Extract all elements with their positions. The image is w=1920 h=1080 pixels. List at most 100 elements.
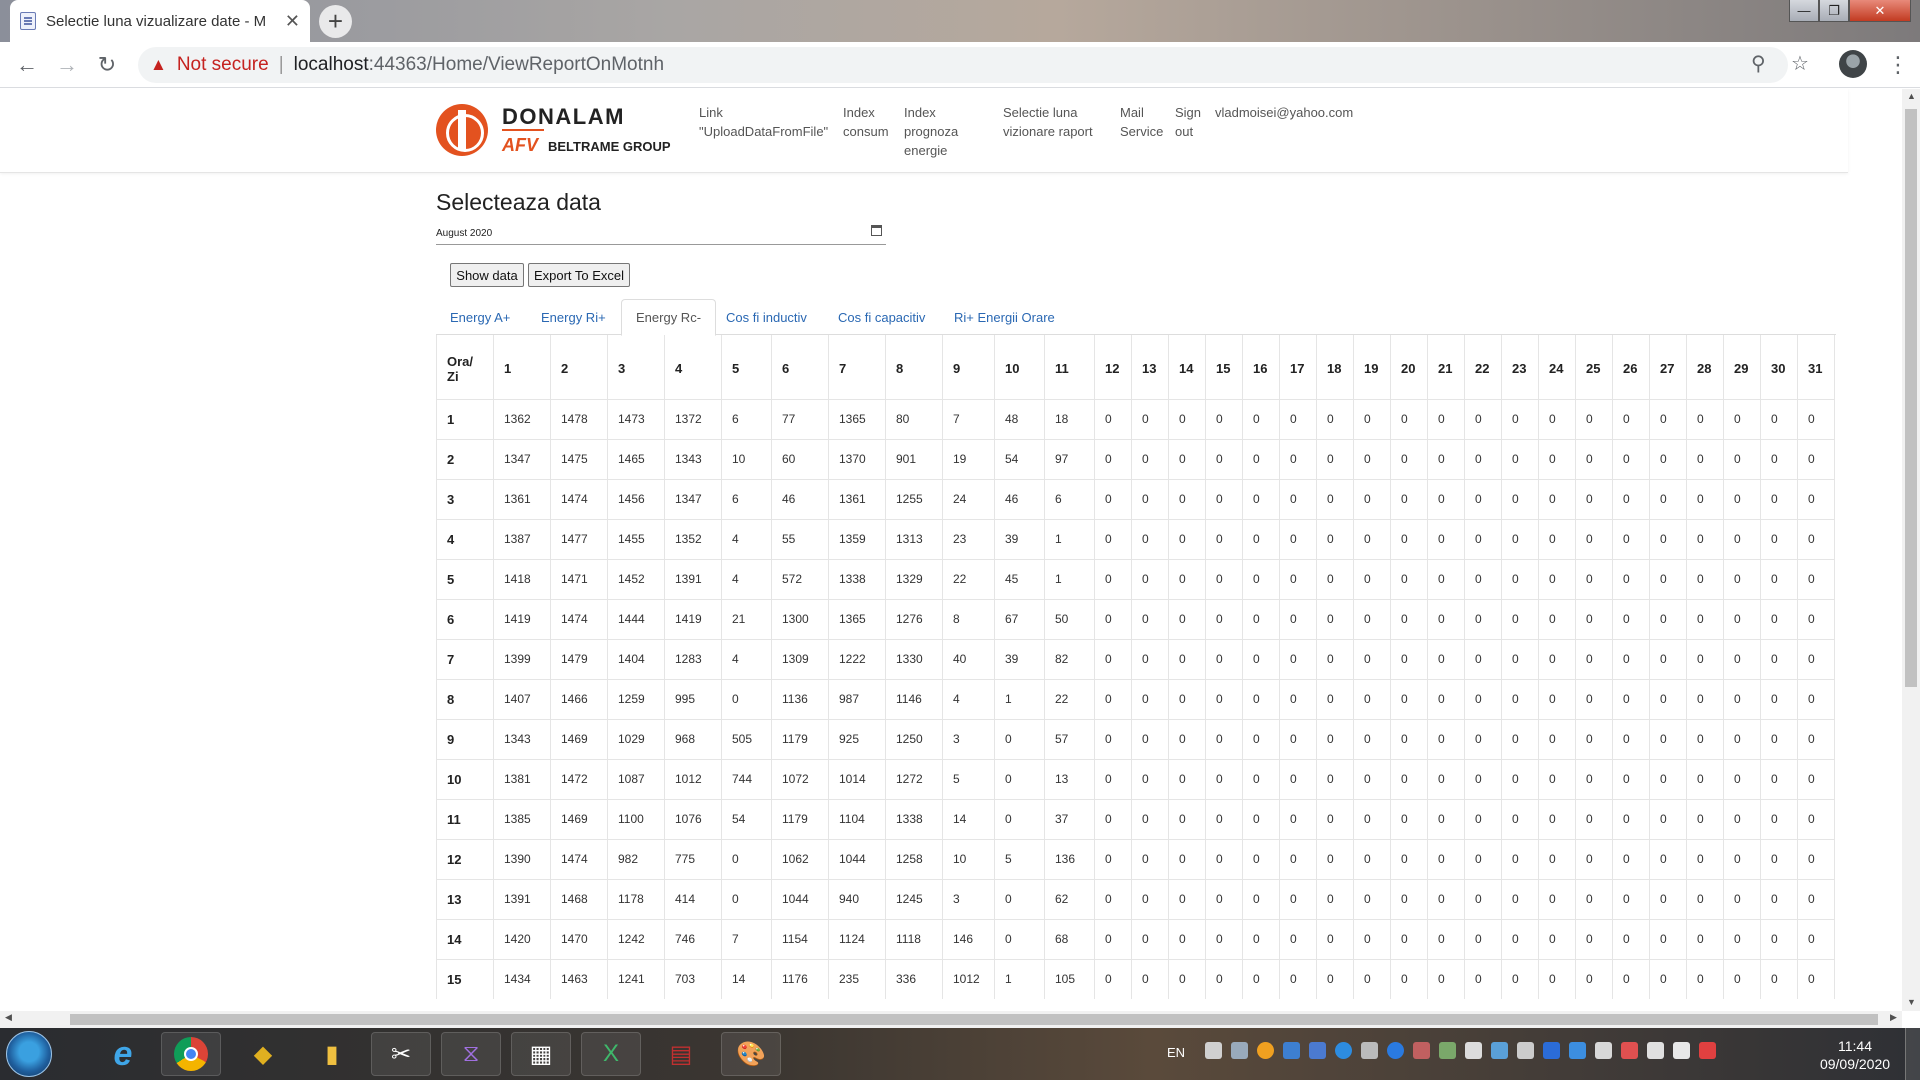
donalam-logo-icon[interactable]: [436, 104, 488, 156]
winrar-icon[interactable]: ▤: [651, 1032, 711, 1076]
back-arrow-icon[interactable]: ←: [13, 51, 41, 79]
tab-energy-a-plus[interactable]: Energy A+: [436, 299, 524, 335]
onedrive-icon[interactable]: [1283, 1042, 1300, 1059]
value-cell: 0: [1649, 558, 1687, 599]
close-tab-icon[interactable]: ✕: [285, 11, 300, 32]
value-cell: 1276: [885, 598, 943, 639]
calendar-icon[interactable]: [871, 225, 882, 236]
tab-cos-fi-capacitiv[interactable]: Cos fi capacitiv: [824, 299, 939, 335]
month-picker-input[interactable]: August 2020: [436, 223, 886, 245]
nav-link-selectie-luna[interactable]: Selectie luna vizionare raport: [1003, 103, 1093, 141]
export-excel-button[interactable]: Export To Excel: [528, 263, 630, 287]
nav-link-upload[interactable]: Link "UploadDataFromFile": [699, 103, 828, 141]
nav-link-user-email[interactable]: vladmoisei@yahoo.com: [1215, 103, 1353, 122]
tray-app-icon[interactable]: [1361, 1042, 1378, 1059]
value-cell: 1418: [493, 558, 551, 599]
paint-icon[interactable]: 🎨: [721, 1032, 781, 1076]
site-navbar: DONALAM AFV BELTRAME GROUP Link "UploadD…: [0, 89, 1848, 173]
minimize-button[interactable]: —: [1789, 0, 1819, 22]
tray-app-icon[interactable]: [1569, 1042, 1586, 1059]
tray-app-icon[interactable]: [1335, 1042, 1352, 1059]
tray-app-icon[interactable]: [1205, 1042, 1222, 1059]
bluetooth-icon[interactable]: [1543, 1042, 1560, 1059]
hour-cell: 13: [436, 878, 494, 919]
tray-app-icon[interactable]: [1439, 1042, 1456, 1059]
value-cell: 1473: [607, 398, 665, 439]
value-cell: 57: [1044, 718, 1095, 759]
new-tab-button[interactable]: +: [319, 5, 352, 38]
snipping-tool-icon[interactable]: ✂: [371, 1032, 431, 1076]
value-cell: 1419: [493, 598, 551, 639]
tray-app-icon[interactable]: [1231, 1042, 1248, 1059]
value-cell: 0: [1686, 838, 1724, 879]
security-label[interactable]: Not secure: [177, 54, 269, 76]
internet-explorer-icon[interactable]: e: [93, 1032, 153, 1076]
value-cell: 97: [1044, 438, 1095, 479]
window-close-button[interactable]: ✕: [1849, 0, 1911, 22]
browser-tab[interactable]: Selectie luna vizualizare date - M ✕: [10, 0, 310, 42]
scroll-right-icon[interactable]: ▶: [1890, 1012, 1897, 1023]
tray-app-icon[interactable]: [1257, 1042, 1274, 1059]
clock-date: 09/09/2020: [1819, 1056, 1891, 1072]
reload-icon[interactable]: ↻: [93, 51, 121, 79]
tray-app-icon[interactable]: [1387, 1042, 1404, 1059]
value-cell: 1474: [550, 838, 608, 879]
language-indicator[interactable]: EN: [1167, 1045, 1185, 1060]
tray-app-icon[interactable]: [1595, 1042, 1612, 1059]
nav-link-index-consum[interactable]: Index consum: [843, 103, 889, 141]
value-cell: 0: [1168, 398, 1206, 439]
gitkraken-icon[interactable]: ◆: [233, 1032, 293, 1076]
show-desktop-button[interactable]: [1905, 1028, 1920, 1080]
bookmark-star-icon[interactable]: ☆: [1791, 51, 1809, 76]
start-button-icon[interactable]: [6, 1031, 52, 1077]
tray-app-icon[interactable]: [1621, 1042, 1638, 1059]
value-cell: 0: [1538, 478, 1576, 519]
volume-icon[interactable]: [1673, 1042, 1690, 1059]
nav-link-mail-service[interactable]: Mail Service: [1120, 103, 1163, 141]
excel-icon[interactable]: X: [581, 1032, 641, 1076]
calculator-icon[interactable]: ▦: [511, 1032, 571, 1076]
value-cell: 0: [1427, 958, 1465, 999]
chrome-icon[interactable]: [161, 1032, 221, 1076]
sql-server-icon[interactable]: ▮: [302, 1032, 362, 1076]
value-cell: 982: [607, 838, 665, 879]
vertical-scrollbar[interactable]: ▲ ▼: [1902, 89, 1920, 1011]
brand-name[interactable]: DONALAM: [502, 104, 625, 130]
scroll-up-icon[interactable]: ▲: [1907, 91, 1916, 101]
tray-app-icon[interactable]: [1309, 1042, 1326, 1059]
tab-cos-fi-inductiv[interactable]: Cos fi inductiv: [712, 299, 821, 335]
tab-ri-energii-orare[interactable]: Ri+ Energii Orare: [940, 299, 1069, 335]
value-cell: 0: [1279, 438, 1317, 479]
tray-app-icon[interactable]: [1465, 1042, 1482, 1059]
url-input[interactable]: ▲ Not secure | localhost:44363/Home/View…: [138, 47, 1788, 83]
value-cell: 0: [721, 678, 772, 719]
browser-menu-icon[interactable]: ⋮: [1887, 52, 1909, 78]
value-cell: 0: [1464, 758, 1502, 799]
scroll-down-icon[interactable]: ▼: [1907, 997, 1916, 1007]
value-cell: 1391: [493, 878, 551, 919]
network-icon[interactable]: [1699, 1042, 1716, 1059]
forward-arrow-icon[interactable]: →: [53, 51, 81, 79]
tray-app-icon[interactable]: [1491, 1042, 1508, 1059]
vertical-scroll-thumb[interactable]: [1905, 109, 1917, 687]
scroll-left-icon[interactable]: ◀: [5, 1012, 12, 1023]
nav-link-sign-out[interactable]: Sign out: [1175, 103, 1201, 141]
show-data-button[interactable]: Show data: [450, 263, 524, 287]
value-cell: 0: [1390, 678, 1428, 719]
value-cell: 14: [721, 958, 772, 999]
tab-energy-rc-minus[interactable]: Energy Rc-: [621, 299, 717, 336]
visual-studio-icon[interactable]: ⧖: [441, 1032, 501, 1076]
maximize-button[interactable]: ❐: [1819, 0, 1849, 22]
nav-link-index-prognoza[interactable]: Index prognoza energie: [904, 103, 958, 160]
tray-app-icon[interactable]: [1517, 1042, 1534, 1059]
tray-app-icon[interactable]: [1413, 1042, 1430, 1059]
horizontal-scrollbar[interactable]: ◀ ▶: [0, 1011, 1902, 1028]
tab-energy-ri-plus[interactable]: Energy Ri+: [527, 299, 620, 335]
value-cell: 0: [1094, 678, 1132, 719]
action-center-icon[interactable]: [1647, 1042, 1664, 1059]
taskbar-clock[interactable]: 11:44 09/09/2020: [1815, 1037, 1895, 1073]
horizontal-scroll-thumb[interactable]: [70, 1014, 1878, 1025]
profile-avatar[interactable]: [1839, 50, 1867, 78]
zoom-icon[interactable]: ⚲: [1751, 51, 1766, 76]
value-cell: 1179: [771, 798, 829, 839]
